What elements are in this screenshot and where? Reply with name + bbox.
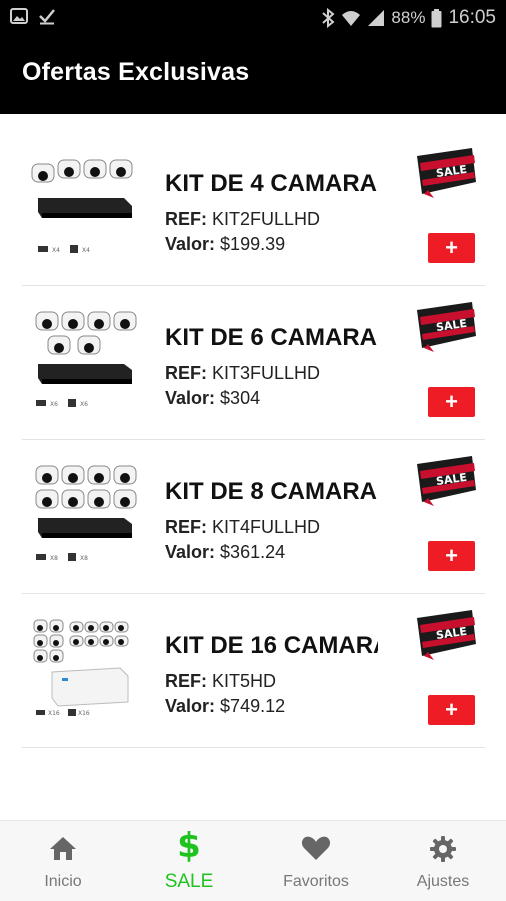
product-card[interactable]: X8 X8 KIT DE 8 CAMARAS REF: KIT4FULLHD Va… <box>22 440 485 594</box>
svg-text:X4: X4 <box>82 247 90 254</box>
add-to-cart-button[interactable]: + <box>428 541 475 571</box>
add-to-cart-button[interactable]: + <box>428 695 475 725</box>
sale-badge: SALE <box>414 608 476 664</box>
ref-label: REF: <box>165 517 207 537</box>
svg-text:X6: X6 <box>50 401 58 408</box>
bottom-nav: Inicio $ SALE Favoritos Ajustes <box>0 820 506 901</box>
ref-label: REF: <box>165 671 207 691</box>
product-ref: REF: KIT3FULLHD <box>165 363 320 384</box>
nav-item-inicio[interactable]: Inicio <box>0 821 126 901</box>
svg-text:X4: X4 <box>52 247 60 254</box>
product-card[interactable]: X4 X4 KIT DE 4 CAMARAS REF: KIT2FULLHD Va… <box>22 132 485 286</box>
product-name: KIT DE 8 CAMARAS <box>165 478 378 505</box>
price-label: Valor: <box>165 542 216 562</box>
page-title: Ofertas Exclusivas <box>22 58 250 86</box>
status-bar: 88% 16:05 <box>0 0 506 34</box>
ref-label: REF: <box>165 209 207 229</box>
sale-badge: SALE <box>414 146 476 202</box>
app-bar: Ofertas Exclusivas <box>0 34 506 114</box>
signal-icon <box>367 9 385 27</box>
svg-text:X16: X16 <box>48 710 60 717</box>
ref-value: KIT4FULLHD <box>212 517 321 537</box>
image-notification-icon <box>10 7 28 25</box>
dollar-icon: $ <box>177 826 201 866</box>
price-value: $199.39 <box>220 234 286 254</box>
product-name: KIT DE 6 CAMARAS <box>165 324 378 351</box>
nav-label: SALE <box>164 871 214 892</box>
price-value: $749.12 <box>220 696 286 716</box>
add-to-cart-button[interactable]: + <box>428 387 475 417</box>
nav-label: Inicio <box>44 873 82 890</box>
sale-badge: SALE <box>414 300 476 356</box>
product-price: Valor: $749.12 <box>165 696 285 717</box>
nav-label: Favoritos <box>283 873 349 890</box>
product-price: Valor: $304 <box>165 388 260 409</box>
heart-icon <box>253 835 379 865</box>
ref-value: KIT5HD <box>212 671 277 691</box>
product-price: Valor: $199.39 <box>165 234 285 255</box>
product-ref: REF: KIT4FULLHD <box>165 517 320 538</box>
product-price: Valor: $361.24 <box>165 542 285 563</box>
price-label: Valor: <box>165 388 216 408</box>
home-icon <box>0 835 126 865</box>
bluetooth-icon <box>321 8 335 28</box>
ref-value: KIT2FULLHD <box>212 209 321 229</box>
product-ref: REF: KIT5HD <box>165 671 276 692</box>
product-image: X16 X16 <box>28 618 140 728</box>
product-list: X4 X4 KIT DE 4 CAMARAS REF: KIT2FULLHD Va… <box>22 132 485 748</box>
svg-text:X16: X16 <box>78 710 90 717</box>
price-value: $361.24 <box>220 542 286 562</box>
svg-text:X8: X8 <box>50 555 58 562</box>
ref-label: REF: <box>165 363 207 383</box>
svg-text:X6: X6 <box>80 401 88 408</box>
nav-item-favoritos[interactable]: Favoritos <box>253 821 379 901</box>
ref-value: KIT3FULLHD <box>212 363 321 383</box>
gear-icon <box>380 835 506 865</box>
svg-text:X8: X8 <box>80 555 88 562</box>
product-ref: REF: KIT2FULLHD <box>165 209 320 230</box>
nav-item-ajustes[interactable]: Ajustes <box>380 821 506 901</box>
price-value: $304 <box>220 388 261 408</box>
battery-percent: 88% <box>391 8 426 27</box>
nav-label: Ajustes <box>416 873 470 890</box>
add-to-cart-button[interactable]: + <box>428 233 475 263</box>
sale-badge: SALE <box>414 454 476 510</box>
product-name: KIT DE 4 CAMARAS <box>165 170 378 197</box>
price-label: Valor: <box>165 696 216 716</box>
wifi-icon <box>341 9 361 27</box>
product-image: X6 X6 <box>28 310 140 420</box>
product-card[interactable]: X6 X6 KIT DE 6 CAMARAS REF: KIT3FULLHD Va… <box>22 286 485 440</box>
product-card[interactable]: X16 X16 KIT DE 16 CAMARAS REF: KIT5HD Val… <box>22 594 485 748</box>
price-label: Valor: <box>165 234 216 254</box>
product-image: X8 X8 <box>28 464 140 574</box>
product-name: KIT DE 16 CAMARAS <box>165 632 378 659</box>
nav-item-sale[interactable]: $ SALE <box>126 821 252 901</box>
product-image: X4 X4 <box>28 156 140 266</box>
battery-icon <box>431 8 442 28</box>
download-done-icon <box>38 7 56 25</box>
clock: 16:05 <box>448 7 496 28</box>
